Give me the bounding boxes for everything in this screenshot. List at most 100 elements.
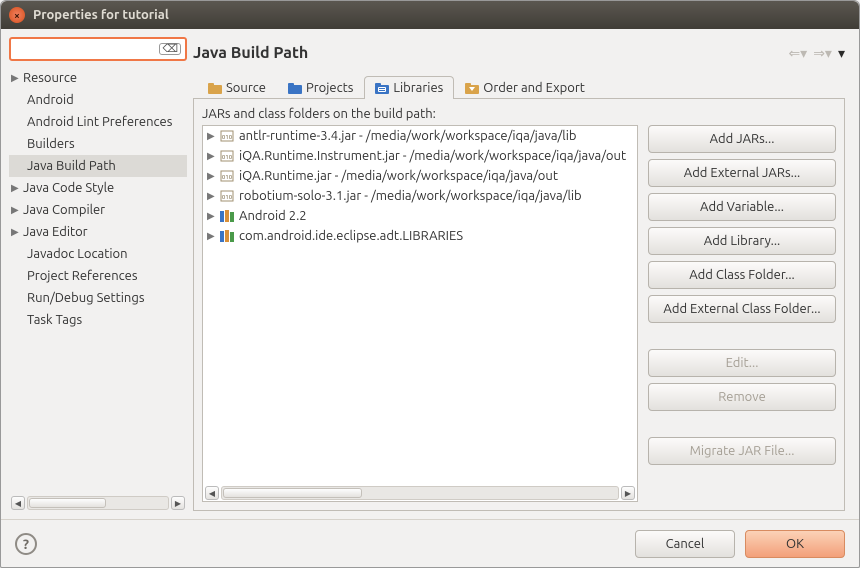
expand-arrow-icon: ▶ bbox=[11, 72, 23, 84]
expand-arrow-icon: ▶ bbox=[207, 170, 219, 182]
sidebar-item[interactable]: ▶Java Compiler bbox=[9, 199, 187, 221]
expand-arrow-icon: ▶ bbox=[207, 130, 219, 142]
sidebar-item-label: Builders bbox=[27, 137, 75, 151]
scroll-track[interactable] bbox=[221, 486, 619, 500]
sidebar-item[interactable]: Android Lint Preferences bbox=[9, 111, 187, 133]
help-icon[interactable]: ? bbox=[15, 533, 37, 555]
remove-button: Remove bbox=[648, 383, 836, 411]
sidebar-item-label: Java Build Path bbox=[27, 159, 116, 173]
sidebar-item[interactable]: Java Build Path bbox=[9, 155, 187, 177]
nav-forward-icon[interactable]: ⇒▾ bbox=[813, 45, 832, 62]
sidebar-item[interactable]: Project References bbox=[9, 265, 187, 287]
jar-icon: 010 bbox=[219, 169, 235, 183]
sidebar-item[interactable]: ▶Java Editor bbox=[9, 221, 187, 243]
library-entry[interactable]: ▶010 iQA.Runtime.jar - /media/work/worksp… bbox=[203, 166, 637, 186]
migrate-button: Migrate JAR File... bbox=[648, 437, 836, 465]
sidebar-item[interactable]: ▶Java Code Style bbox=[9, 177, 187, 199]
expand-arrow-icon: ▶ bbox=[11, 204, 23, 216]
libraries-tree[interactable]: ▶010antlr-runtime-3.4.jar - /media/work/… bbox=[202, 125, 638, 502]
jar-icon: 010 bbox=[219, 149, 235, 163]
svg-text:010: 010 bbox=[222, 194, 233, 201]
clear-filter-icon[interactable]: ⌫ bbox=[159, 43, 181, 55]
sidebar-item-label: Java Editor bbox=[23, 225, 88, 239]
add-external-class-folder-button[interactable]: Add External Class Folder... bbox=[648, 295, 836, 323]
sidebar-item[interactable]: Task Tags bbox=[9, 309, 187, 331]
sidebar-item[interactable]: Builders bbox=[9, 133, 187, 155]
add-library-button[interactable]: Add Library... bbox=[648, 227, 836, 255]
sidebar-item-label: Task Tags bbox=[27, 313, 82, 327]
sidebar-item-label: Resource bbox=[23, 71, 77, 85]
ok-button[interactable]: OK bbox=[745, 530, 845, 558]
category-tree[interactable]: ▶ResourceAndroidAndroid Lint Preferences… bbox=[9, 67, 187, 491]
expand-arrow-icon: ▶ bbox=[207, 230, 219, 242]
sidebar-item-label: Android bbox=[27, 93, 74, 107]
cancel-button[interactable]: Cancel bbox=[635, 530, 735, 558]
library-entry[interactable]: ▶ com.android.ide.eclipse.adt.LIBRARIES bbox=[203, 226, 637, 246]
library-entry[interactable]: ▶010 robotium-solo-3.1.jar - /media/work/… bbox=[203, 186, 637, 206]
description: JARs and class folders on the build path… bbox=[202, 107, 836, 121]
tab-label: Order and Export bbox=[483, 81, 585, 95]
library-entry-label: robotium-solo-3.1.jar - /media/work/work… bbox=[239, 189, 582, 203]
svg-text:010: 010 bbox=[222, 134, 233, 141]
svg-text:010: 010 bbox=[222, 174, 233, 181]
add-jars-button[interactable]: Add JARs... bbox=[648, 125, 836, 153]
scroll-thumb[interactable] bbox=[223, 488, 362, 498]
svg-text:010: 010 bbox=[222, 154, 233, 161]
tab-order-and-export[interactable]: Order and Export bbox=[454, 76, 596, 99]
add-variable-button[interactable]: Add Variable... bbox=[648, 193, 836, 221]
tab-label: Projects bbox=[306, 81, 353, 95]
scroll-right-icon[interactable]: ▶ bbox=[621, 486, 635, 500]
scroll-right-icon[interactable]: ▶ bbox=[171, 496, 185, 510]
window-title: Properties for tutorial bbox=[33, 8, 169, 22]
tab-libraries[interactable]: Libraries bbox=[364, 76, 454, 99]
expand-arrow-icon: ▶ bbox=[11, 226, 23, 238]
scroll-left-icon[interactable]: ◀ bbox=[11, 496, 25, 510]
scroll-track[interactable] bbox=[27, 496, 169, 510]
library-entry[interactable]: ▶010 iQA.Runtime.Instrument.jar - /media/… bbox=[203, 146, 637, 166]
library-entry[interactable]: ▶010antlr-runtime-3.4.jar - /media/work/… bbox=[203, 126, 637, 146]
library-entry-label: iQA.Runtime.jar - /media/work/workspace/… bbox=[239, 169, 558, 183]
library-entry-label: Android 2.2 bbox=[239, 209, 307, 223]
add-external-jars-button[interactable]: Add External JARs... bbox=[648, 159, 836, 187]
library-entry[interactable]: ▶ Android 2.2 bbox=[203, 206, 637, 226]
tab-label: Source bbox=[226, 81, 266, 95]
nav-back-icon[interactable]: ⇐▾ bbox=[788, 45, 807, 62]
nav-menu-icon[interactable]: ▾ bbox=[838, 45, 845, 62]
sidebar-item-label: Java Code Style bbox=[23, 181, 114, 195]
expand-arrow-icon: ▶ bbox=[11, 182, 23, 194]
titlebar: × Properties for tutorial bbox=[1, 1, 859, 29]
library-icon bbox=[219, 209, 235, 223]
window-close-button[interactable]: × bbox=[9, 7, 25, 23]
sidebar-item-label: Javadoc Location bbox=[27, 247, 128, 261]
jar-icon: 010 bbox=[219, 189, 235, 203]
edit-button: Edit... bbox=[648, 349, 836, 377]
sidebar-item-label: Run/Debug Settings bbox=[27, 291, 144, 305]
tab-projects[interactable]: Projects bbox=[277, 76, 364, 99]
expand-arrow-icon: ▶ bbox=[207, 150, 219, 162]
nav-history: ⇐▾ ⇒▾ ▾ bbox=[788, 45, 845, 62]
sidebar-item[interactable]: Run/Debug Settings bbox=[9, 287, 187, 309]
tab-source[interactable]: Source bbox=[197, 76, 277, 99]
tabstrip: Source Projects Libraries Order and Export bbox=[193, 75, 845, 99]
tab-label: Libraries bbox=[393, 81, 443, 95]
library-entry-label: iQA.Runtime.Instrument.jar - /media/work… bbox=[239, 149, 626, 163]
sidebar-item-label: Project References bbox=[27, 269, 137, 283]
expand-arrow-icon: ▶ bbox=[207, 190, 219, 202]
library-icon bbox=[219, 229, 235, 243]
library-entry-label: com.android.ide.eclipse.adt.LIBRARIES bbox=[239, 229, 463, 243]
sidebar-item-label: Android Lint Preferences bbox=[27, 115, 172, 129]
sidebar-scrollbar[interactable]: ◀ ▶ bbox=[9, 495, 187, 511]
scroll-thumb[interactable] bbox=[29, 498, 106, 508]
filter-input[interactable] bbox=[15, 42, 159, 57]
sidebar-item[interactable]: Android bbox=[9, 89, 187, 111]
add-class-folder-button[interactable]: Add Class Folder... bbox=[648, 261, 836, 289]
sidebar-item-label: Java Compiler bbox=[23, 203, 105, 217]
filter-field[interactable]: ⌫ bbox=[9, 37, 187, 61]
page-title: Java Build Path bbox=[193, 44, 788, 62]
scroll-left-icon[interactable]: ◀ bbox=[205, 486, 219, 500]
libraries-scrollbar[interactable]: ◀ ▶ bbox=[203, 485, 637, 501]
jar-icon: 010 bbox=[219, 129, 235, 143]
sidebar-item[interactable]: ▶Resource bbox=[9, 67, 187, 89]
sidebar-item[interactable]: Javadoc Location bbox=[9, 243, 187, 265]
expand-arrow-icon: ▶ bbox=[207, 210, 219, 222]
